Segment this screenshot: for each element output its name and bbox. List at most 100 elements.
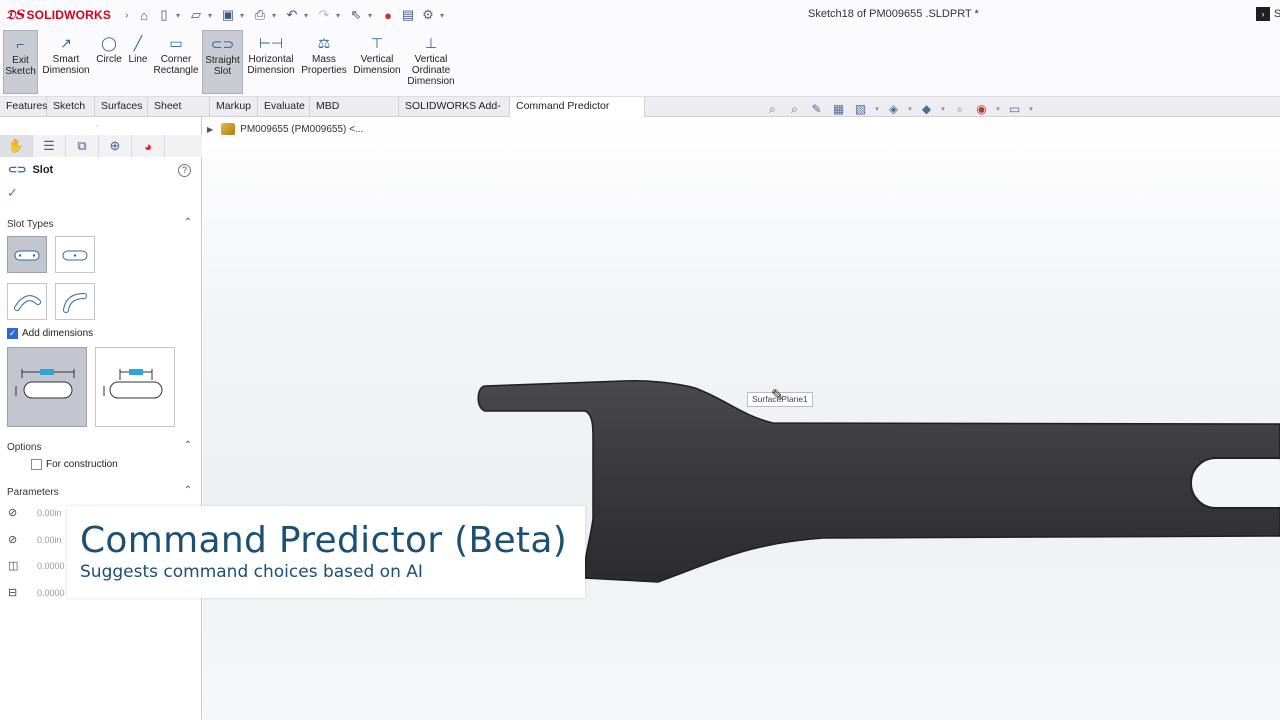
edit-appearance-icon[interactable]: ● <box>951 101 968 117</box>
for-construction-label: For construction <box>46 459 118 470</box>
tab-surfaces[interactable]: Surfaces <box>95 97 148 117</box>
chevron-down-icon[interactable]: ▾ <box>1028 101 1034 117</box>
tab-evaluate[interactable]: Evaluate <box>258 97 310 117</box>
centerpoint-straight-slot-icon <box>62 250 88 260</box>
slot-icon: ⊂⊃ <box>8 164 27 176</box>
zoom-to-fit-icon[interactable]: ⌕ <box>764 101 781 117</box>
chevron-down-icon[interactable]: ▾ <box>995 101 1001 117</box>
exit-sketch-label: Exit Sketch <box>5 55 36 77</box>
exit-sketch-button[interactable]: ⌐ Exit Sketch <box>3 30 38 94</box>
tab-sketch[interactable]: Sketch <box>47 97 95 117</box>
straight-slot-button[interactable]: ⊂⊃ Straight Slot <box>202 30 243 94</box>
center-to-center-dimension-button[interactable] <box>95 347 175 427</box>
configuration-manager-tab-icon[interactable]: ⧉ <box>66 135 99 157</box>
property-manager: ◦ ✋ ☰ ⧉ ⊕ ◕ ⊂⊃ Slot ? ✓ Slot Types ⌃ ✓ A… <box>0 117 202 720</box>
view-orientation-icon[interactable]: ▧ <box>852 101 869 117</box>
select-icon[interactable]: ⇖ <box>348 7 364 23</box>
tab-sheet-metal[interactable]: Sheet Metal <box>148 97 210 131</box>
help-icon[interactable]: ? <box>178 164 191 177</box>
collapse-icon[interactable]: ⌃ <box>184 485 192 496</box>
title-bar: 𝔇S SOLIDWORKS › ⌂ ▯ ▾ ▱ ▾ ▣ ▾ ⎙ ▾ ↶ ▾ ↷ … <box>0 0 1280 30</box>
panel-splitter-handle[interactable]: ◦ <box>96 121 99 130</box>
chevron-down-icon[interactable]: ▾ <box>907 101 913 117</box>
centerpoint-straight-slot-type-button[interactable] <box>55 236 95 273</box>
menu-expand-icon[interactable]: › <box>125 10 129 21</box>
param-width-value: 0.0000 <box>37 560 65 571</box>
overall-length-dimension-button[interactable] <box>7 347 87 427</box>
section-view-icon[interactable]: ▦ <box>830 101 847 117</box>
horizontal-dimension-button[interactable]: ⊢⊣ Horizontal Dimension <box>245 30 297 94</box>
graphics-area[interactable]: ▶ PM009655 (PM009655) <... SurfacePlane1… <box>203 118 1280 720</box>
part-model[interactable] <box>203 118 1280 720</box>
chevron-down-icon[interactable]: ▾ <box>272 11 280 20</box>
center-to-center-icon <box>103 369 163 399</box>
collapse-icon[interactable]: ⌃ <box>184 440 192 451</box>
redo-icon[interactable]: ↷ <box>316 7 332 23</box>
chevron-down-icon[interactable]: ▾ <box>368 11 376 20</box>
mass-properties-button[interactable]: ⚖ Mass Properties <box>300 30 348 94</box>
chevron-down-icon[interactable]: ▾ <box>240 11 248 20</box>
caption-title: Command Predictor (Beta) <box>80 520 568 561</box>
undo-icon[interactable]: ↶ <box>284 7 300 23</box>
straight-slot-type-button[interactable] <box>7 236 47 273</box>
chevron-down-icon[interactable]: ▾ <box>874 101 880 117</box>
vertical-ordinate-dimension-button[interactable]: ⊥ Vertical Ordinate Dimension <box>405 30 457 94</box>
for-construction-checkbox[interactable]: For construction <box>31 459 118 470</box>
vertical-dimension-button[interactable]: ⊤ Vertical Dimension <box>351 30 403 94</box>
chevron-down-icon[interactable]: ▾ <box>176 11 184 20</box>
slot-cutout <box>1190 457 1280 509</box>
centerpoint-arc-slot-type-button[interactable] <box>55 283 95 320</box>
view-settings-icon[interactable]: ▭ <box>1006 101 1023 117</box>
command-manager: ⌐ Exit Sketch ↗ Smart Dimension ◯ Circle… <box>0 30 1280 96</box>
smart-dimension-button[interactable]: ↗ Smart Dimension <box>40 30 92 94</box>
print-icon[interactable]: ⎙ <box>252 7 268 23</box>
search-commands-icon[interactable]: › <box>1256 7 1270 21</box>
tab-command-predictor[interactable]: Command Predictor (beta) <box>510 97 645 131</box>
exit-sketch-icon: ⌐ <box>16 35 25 52</box>
rebuild-icon[interactable]: ● <box>380 7 396 23</box>
caption-subtitle: Suggests command choices based on AI <box>80 562 423 582</box>
apply-scene-icon[interactable]: ◉ <box>973 101 990 117</box>
solidworks-logo[interactable]: 𝔇S SOLIDWORKS › <box>0 8 128 23</box>
tab-features[interactable]: Features <box>0 97 47 117</box>
line-button[interactable]: ╱ Line <box>126 30 150 94</box>
add-dimensions-label: Add dimensions <box>22 328 94 339</box>
parameters-section[interactable]: Parameters ⌃ <box>0 483 200 501</box>
display-manager-tab-icon[interactable]: ◕ <box>132 135 165 157</box>
chevron-down-icon[interactable]: ▾ <box>440 11 448 20</box>
new-document-icon[interactable]: ▯ <box>156 7 172 23</box>
file-properties-icon[interactable]: ▤ <box>400 7 416 23</box>
tab-solidworks-add-ins[interactable]: SOLIDWORKS Add-Ins <box>399 97 510 131</box>
options-icon[interactable]: ⚙ <box>420 7 436 23</box>
property-manager-tab-icon[interactable]: ☰ <box>33 135 66 157</box>
feature-manager-tab-icon[interactable]: ✋ <box>0 135 33 157</box>
slot-types-section[interactable]: Slot Types ⌃ <box>0 215 200 233</box>
save-icon[interactable]: ▣ <box>220 7 236 23</box>
circle-button[interactable]: ◯ Circle <box>95 30 123 94</box>
tab-mbd-dimensions[interactable]: MBD Dimensions <box>310 97 399 131</box>
options-section[interactable]: Options ⌃ <box>0 438 200 456</box>
horizontal-dimension-label: Horizontal Dimension <box>247 54 295 76</box>
open-icon[interactable]: ▱ <box>188 7 204 23</box>
chevron-down-icon[interactable]: ▾ <box>208 11 216 20</box>
corner-rectangle-button[interactable]: ▭ Corner Rectangle <box>152 30 200 94</box>
tab-markup[interactable]: Markup <box>210 97 258 117</box>
display-style-icon[interactable]: ◈ <box>885 101 902 117</box>
chevron-down-icon[interactable]: ▾ <box>940 101 946 117</box>
home-icon[interactable]: ⌂ <box>136 7 152 23</box>
ok-check-icon[interactable]: ✓ <box>7 185 18 201</box>
previous-view-icon[interactable]: ✎ <box>808 101 825 117</box>
smart-dimension-icon: ↗ <box>60 34 72 51</box>
collapse-icon[interactable]: ⌃ <box>184 217 192 228</box>
chevron-down-icon[interactable]: ▾ <box>304 11 312 20</box>
slot-types-label: Slot Types <box>7 218 54 230</box>
add-dimensions-checkbox[interactable]: ✓ Add dimensions <box>7 328 93 339</box>
chevron-down-icon[interactable]: ▾ <box>336 11 344 20</box>
straight-slot-label: Straight Slot <box>205 55 240 77</box>
zoom-to-area-icon[interactable]: ⌕ <box>786 101 803 117</box>
y-coordinate-icon: ⊘ <box>8 534 18 546</box>
three-point-arc-slot-type-button[interactable] <box>7 283 47 320</box>
dimxpert-manager-tab-icon[interactable]: ⊕ <box>99 135 132 157</box>
circle-icon: ◯ <box>101 34 117 51</box>
hide-show-items-icon[interactable]: ◆ <box>918 101 935 117</box>
